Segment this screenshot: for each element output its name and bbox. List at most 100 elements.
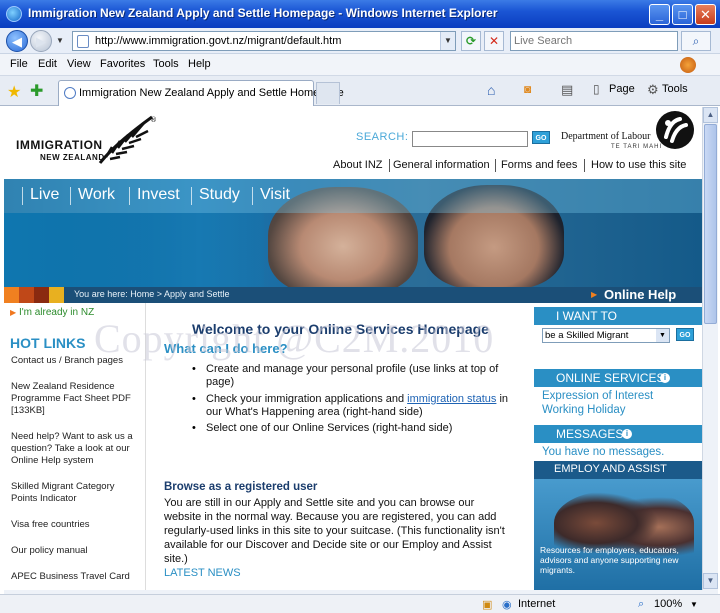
site-search-go-button[interactable]: GO [532, 131, 550, 144]
silver-fern-icon: ® [98, 115, 157, 164]
bullet-profile: Create and manage your personal profile … [206, 363, 499, 388]
scroll-thumb[interactable] [704, 124, 717, 324]
bullet-icon: • [192, 393, 196, 405]
already-in-nz-link[interactable]: ▶ I'm already in NZ [10, 307, 94, 318]
right-sidebar: I WANT TO be a Skilled Migrant ▼ GO ONLIN… [534, 303, 702, 590]
what-can-heading: What can I do here? [164, 341, 288, 356]
print-icon[interactable]: ▤ [561, 82, 575, 97]
nav-live[interactable]: Live [30, 186, 59, 204]
zoom-icon: ⌕ [638, 598, 645, 610]
info-icon[interactable]: i [622, 429, 632, 439]
hero-banner: Live Work Invest Study Visit [4, 179, 702, 287]
hot-link-policy-manual[interactable]: Our policy manual [11, 545, 141, 557]
menu-tools[interactable]: Tools [153, 58, 179, 70]
search-label: SEARCH: [356, 131, 409, 143]
chevron-down-icon: ▼ [656, 329, 669, 342]
hot-link-contact[interactable]: Contact us / Branch pages [11, 355, 141, 367]
add-favorites-icon[interactable]: ✚ [30, 81, 43, 101]
scroll-up-icon[interactable]: ▲ [703, 107, 718, 123]
zoom-level[interactable]: 100% [654, 598, 682, 610]
divider [129, 187, 130, 205]
refresh-button[interactable]: ⟳ [461, 31, 481, 51]
inz-logo-line1[interactable]: IMMIGRATION [16, 138, 103, 152]
nav-visit[interactable]: Visit [260, 186, 290, 204]
menu-file[interactable]: File [10, 58, 28, 70]
search-icon: ⌕ [692, 34, 700, 48]
divider [191, 187, 192, 205]
tab-immigration-homepage[interactable]: Immigration New Zealand Apply and Settle… [58, 80, 344, 106]
new-tab-button[interactable] [316, 82, 340, 104]
top-link-forms[interactable]: Forms and fees [501, 159, 577, 171]
service-working-holiday[interactable]: Working Holiday [542, 404, 626, 416]
live-search-input[interactable] [514, 33, 674, 49]
employ-assist-caption: Resources for employers, educators, advi… [540, 545, 679, 575]
internet-zone-icon: ◉ [502, 599, 512, 611]
stop-button[interactable]: ✕ [484, 31, 504, 51]
messages-header: MESSAGES i [534, 425, 702, 443]
already-in-nz-label: I'm already in NZ [18, 307, 95, 318]
url-dropdown-icon[interactable]: ▼ [440, 32, 455, 50]
page-menu[interactable]: Page [609, 83, 635, 95]
close-button[interactable]: ✕ [695, 4, 716, 25]
back-button[interactable]: ◀ [6, 30, 28, 52]
hot-link-points-indicator[interactable]: Skilled Migrant Category Points Indicato… [11, 481, 141, 505]
online-services-header: ONLINE SERVICES i [534, 369, 702, 387]
messages-title: MESSAGES [556, 427, 624, 441]
divider [252, 187, 253, 205]
vertical-scrollbar[interactable]: ▲ ▼ [702, 107, 718, 590]
immigration-status-link[interactable]: immigration status [407, 393, 496, 405]
url-field[interactable]: http://www.immigration.govt.nz/migrant/d… [72, 31, 456, 51]
scroll-down-icon[interactable]: ▼ [703, 573, 718, 589]
tools-menu[interactable]: Tools [662, 83, 688, 95]
breadcrumb-bar: You are here: Home > Apply and Settle ▶ … [4, 287, 702, 303]
top-link-general[interactable]: General information [393, 159, 490, 171]
breadcrumb[interactable]: You are here: Home > Apply and Settle [74, 289, 230, 299]
menu-view[interactable]: View [67, 58, 91, 70]
menu-edit[interactable]: Edit [38, 58, 57, 70]
hot-link-apec-card[interactable]: APEC Business Travel Card [11, 571, 141, 583]
minimize-button[interactable]: _ [649, 4, 670, 25]
divider [389, 159, 390, 172]
nav-work[interactable]: Work [78, 186, 115, 204]
menu-help[interactable]: Help [188, 58, 211, 70]
zoom-dropdown-icon[interactable]: ▼ [690, 600, 698, 609]
address-bar: ◀ ▶ ▼ http://www.immigration.govt.nz/mig… [0, 28, 720, 54]
live-search-box[interactable] [510, 31, 678, 51]
divider [22, 187, 23, 205]
employ-assist-panel[interactable]: EMPLOY AND ASSIST Resources for employer… [534, 461, 702, 590]
maximize-button[interactable]: □ [672, 4, 693, 25]
info-icon[interactable]: i [660, 373, 670, 383]
top-link-how-to-use[interactable]: How to use this site [591, 159, 686, 171]
divider [584, 159, 585, 172]
hot-links-title: HOT LINKS [10, 335, 86, 351]
home-icon[interactable]: ⌂ [487, 82, 501, 98]
forward-button[interactable]: ▶ [30, 30, 52, 52]
color-block [19, 287, 34, 303]
latest-news-link[interactable]: LATEST NEWS [164, 567, 241, 579]
dept-of-labour-logo[interactable]: Department of Labour [561, 131, 650, 142]
search-go-button[interactable]: ⌕ [681, 31, 711, 51]
hot-link-online-help[interactable]: Need help? Want to ask us a question? Ta… [11, 431, 141, 467]
tab-favicon-icon [64, 87, 76, 99]
divider [495, 159, 496, 172]
history-dropdown-icon[interactable]: ▼ [56, 36, 64, 45]
toolbar-addon-icon[interactable] [680, 57, 696, 73]
service-expression-of-interest[interactable]: Expression of Interest [542, 390, 653, 402]
feeds-icon[interactable]: ◙ [524, 82, 538, 96]
hot-link-visa-free[interactable]: Visa free countries [11, 519, 141, 531]
hot-link-residence-factsheet[interactable]: New Zealand Residence Programme Fact She… [11, 381, 141, 417]
i-want-to-select[interactable]: be a Skilled Migrant ▼ [542, 328, 670, 343]
arrow-icon: ▶ [10, 308, 17, 317]
online-help-link[interactable]: Online Help [604, 287, 676, 302]
tab-label: Immigration New Zealand Apply and Settle… [79, 87, 344, 99]
site-search-input[interactable] [412, 131, 528, 147]
nav-invest[interactable]: Invest [137, 186, 180, 204]
i-want-to-go-button[interactable]: GO [676, 328, 694, 341]
favorites-star-icon[interactable]: ★ [7, 82, 21, 102]
nav-study[interactable]: Study [199, 186, 240, 204]
inz-logo-line2[interactable]: NEW ZEALAND [40, 153, 105, 162]
bullet-applications: Check your immigration applications and … [206, 393, 516, 419]
menu-favorites[interactable]: Favorites [100, 58, 145, 70]
top-link-about[interactable]: About INZ [333, 159, 383, 171]
help-arrow-icon: ▶ [591, 290, 598, 299]
